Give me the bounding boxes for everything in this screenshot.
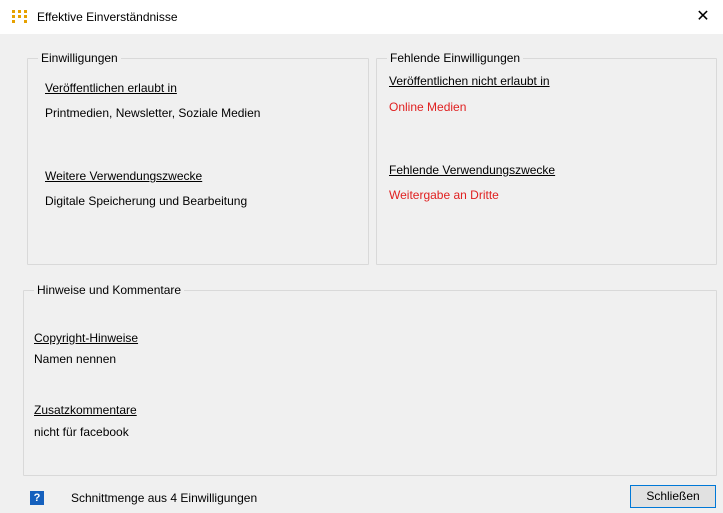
further-purposes-label[interactable]: Weitere Verwendungszwecke <box>45 169 202 183</box>
close-icon[interactable]: ✕ <box>683 0 723 34</box>
window-title: Effektive Einverständnisse <box>37 10 178 24</box>
grid-dots-icon <box>12 10 27 23</box>
comments-value: nicht für facebook <box>34 425 129 439</box>
notes-group: Hinweise und Kommentare <box>23 283 717 476</box>
missing-purposes-value: Weitergabe an Dritte <box>389 188 499 202</box>
copyright-label[interactable]: Copyright-Hinweise <box>34 331 138 345</box>
publish-allowed-label[interactable]: Veröffentlichen erlaubt in <box>45 81 177 95</box>
close-button[interactable]: Schließen <box>630 485 716 508</box>
title-bar: Effektive Einverständnisse ✕ <box>0 0 723 34</box>
publish-allowed-value: Printmedien, Newsletter, Soziale Medien <box>45 106 261 120</box>
missing-purposes-label[interactable]: Fehlende Verwendungszwecke <box>389 163 555 177</box>
missing-consents-legend: Fehlende Einwilligungen <box>390 51 521 65</box>
publish-denied-value: Online Medien <box>389 100 467 114</box>
further-purposes-value: Digitale Speicherung und Bearbeitung <box>45 194 248 208</box>
publish-denied-label[interactable]: Veröffentlichen nicht erlaubt in <box>389 74 550 88</box>
consent-summary: Schnittmenge aus 4 Einwilligungen <box>71 491 258 505</box>
comments-label[interactable]: Zusatzkommentare <box>34 403 137 417</box>
consents-legend: Einwilligungen <box>41 51 118 65</box>
copyright-value: Namen nennen <box>34 352 117 366</box>
help-icon[interactable]: ? <box>30 491 44 505</box>
notes-legend: Hinweise und Kommentare <box>37 283 182 297</box>
